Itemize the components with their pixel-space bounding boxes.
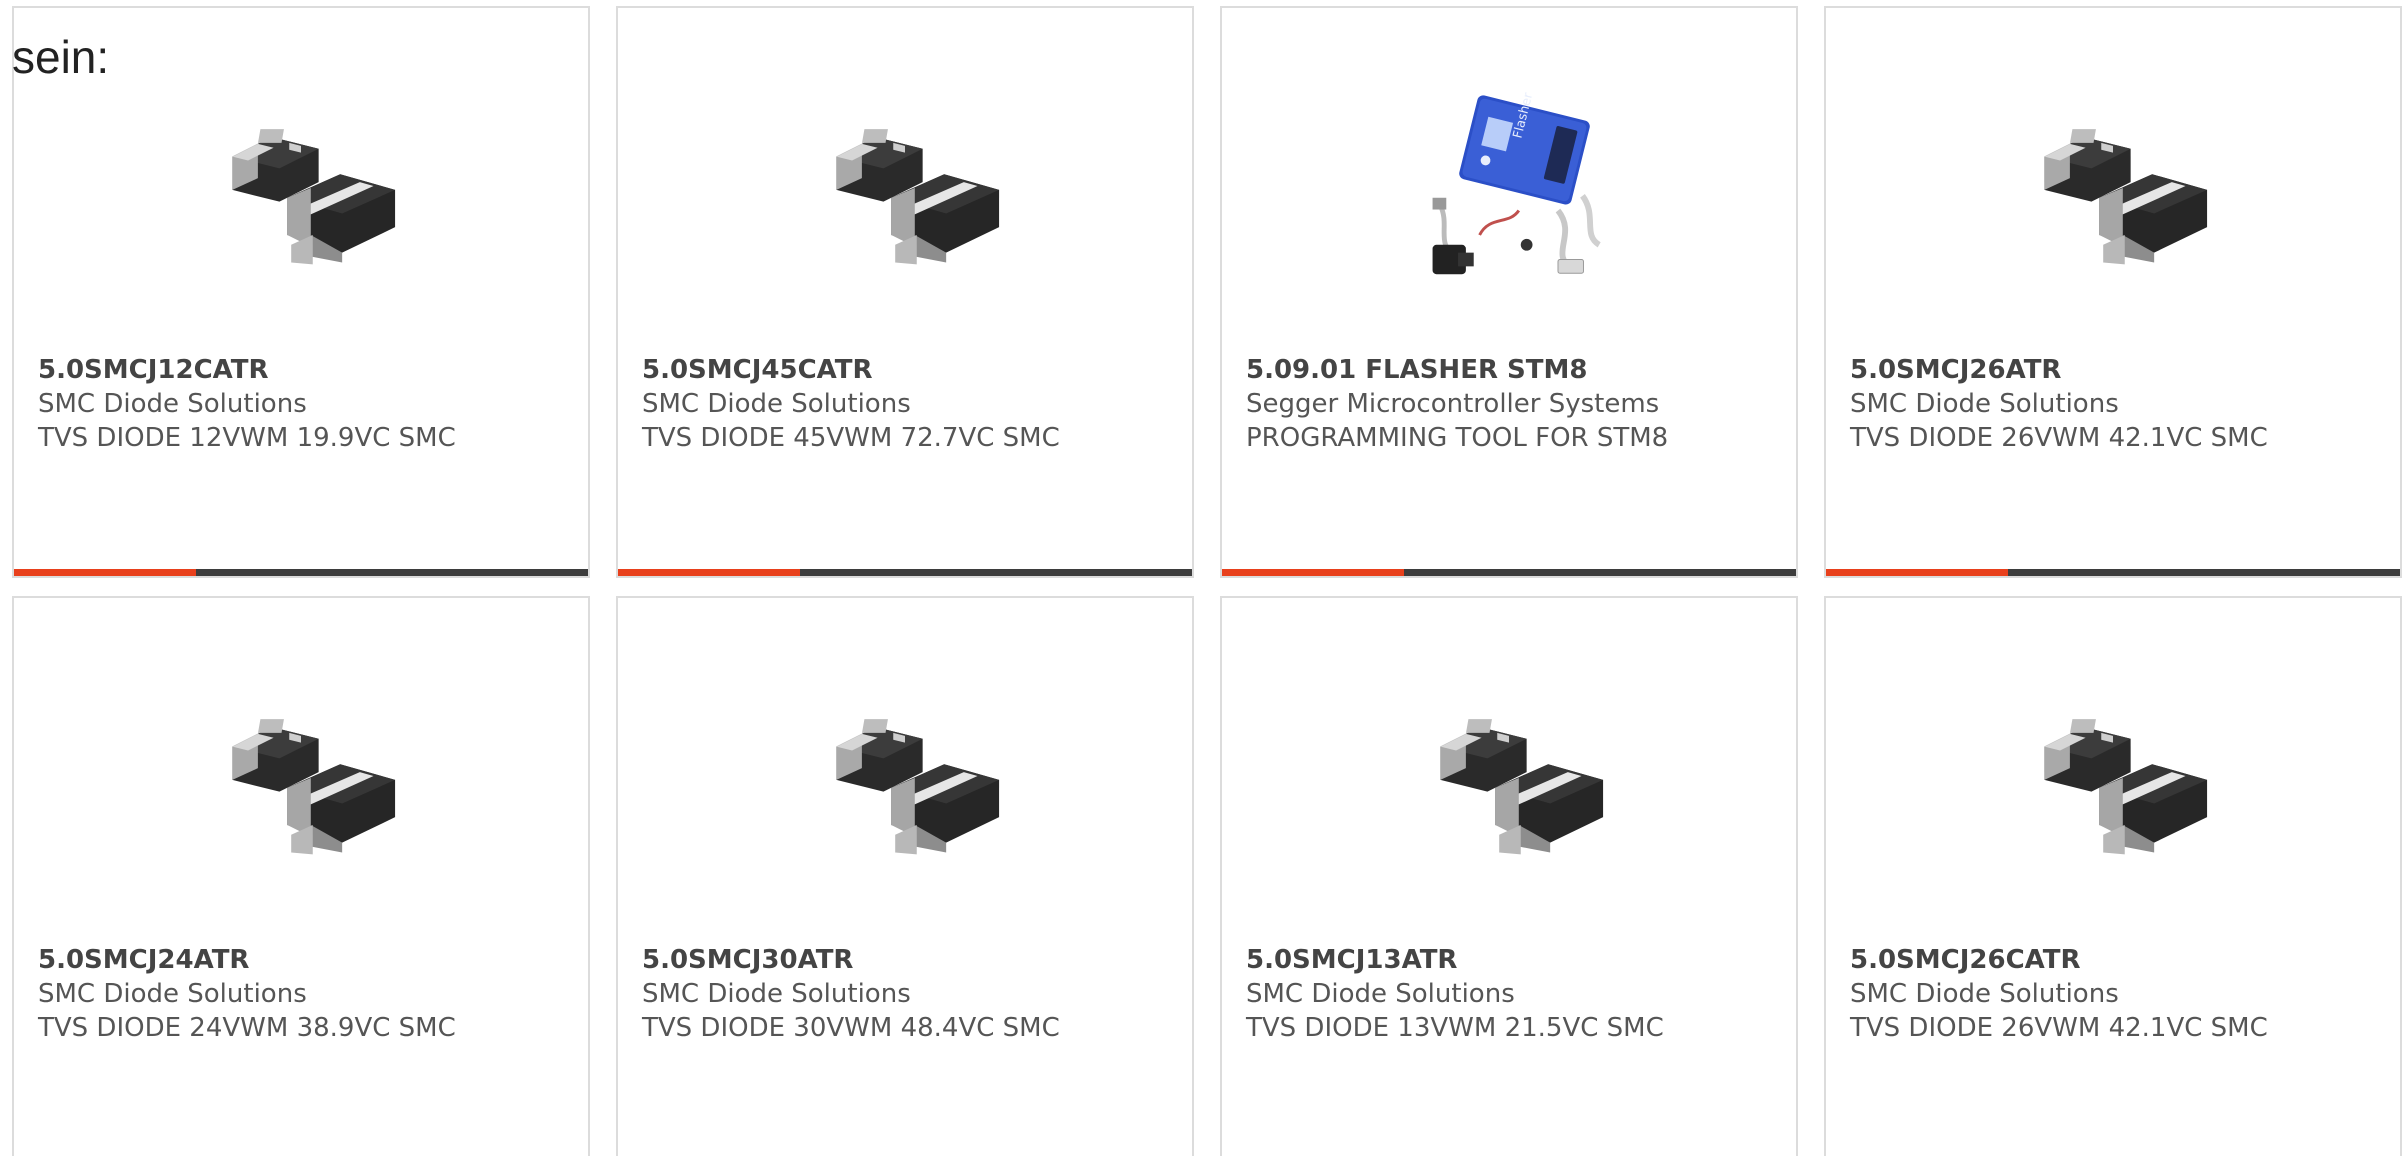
product-info: 5.0SMCJ26ATR SMC Diode Solutions TVS DIO… <box>1850 353 2390 455</box>
prefix-text: sein: <box>12 31 110 83</box>
product-description: TVS DIODE 26VWM 42.1VC SMC <box>1850 1013 2268 1043</box>
product-description: TVS DIODE 45VWM 72.7VC SMC <box>642 423 1060 453</box>
manufacturer-name: SMC Diode Solutions <box>38 389 307 419</box>
part-number-link[interactable]: 5.0SMCJ24ATR <box>38 943 578 977</box>
manufacturer-name: SMC Diode Solutions <box>1850 389 2119 419</box>
card-accent-bar <box>1826 569 2008 576</box>
card-bottom-bar <box>618 569 1192 576</box>
manufacturer-name: SMC Diode Solutions <box>642 979 911 1009</box>
smc-diode-package-image <box>232 129 396 265</box>
smc-diode-package-image <box>2044 719 2208 855</box>
product-card[interactable]: Flasher 5.09.01 FLASHER STM8 Segger Micr… <box>1220 6 1798 578</box>
part-number-link[interactable]: 5.0SMCJ13ATR <box>1246 943 1786 977</box>
product-card[interactable]: 5.0SMCJ30ATR SMC Diode Solutions TVS DIO… <box>616 596 1194 1156</box>
smc-diode-package-image <box>836 719 1000 855</box>
product-grid-page: sein: 5.0SMCJ12CATR SMC Diode Solutions … <box>0 0 2405 1156</box>
product-card[interactable]: 5.0SMCJ26ATR SMC Diode Solutions TVS DIO… <box>1824 6 2402 578</box>
manufacturer-name: SMC Diode Solutions <box>38 979 307 1009</box>
manufacturer-name: SMC Diode Solutions <box>1850 979 2119 1009</box>
part-number-link[interactable]: 5.0SMCJ12CATR <box>38 353 578 387</box>
flasher-programmer-image: Flasher <box>1432 91 1601 275</box>
product-card[interactable]: 5.0SMCJ24ATR SMC Diode Solutions TVS DIO… <box>12 596 590 1156</box>
card-bottom-bar <box>1826 569 2400 576</box>
part-number-link[interactable]: 5.0SMCJ26CATR <box>1850 943 2390 977</box>
product-description: TVS DIODE 30VWM 48.4VC SMC <box>642 1013 1060 1043</box>
smc-diode-package-image <box>2044 129 2208 265</box>
part-number-link[interactable]: 5.0SMCJ30ATR <box>642 943 1182 977</box>
product-card[interactable]: 5.0SMCJ45CATR SMC Diode Solutions TVS DI… <box>616 6 1194 578</box>
card-bottom-bar <box>14 569 588 576</box>
smc-diode-package-image <box>836 129 1000 265</box>
smc-diode-package-image <box>1440 719 1604 855</box>
product-description: PROGRAMMING TOOL FOR STM8 <box>1246 423 1669 453</box>
card-accent-bar <box>1222 569 1404 576</box>
product-info: 5.0SMCJ24ATR SMC Diode Solutions TVS DIO… <box>38 943 578 1045</box>
manufacturer-name: SMC Diode Solutions <box>642 389 911 419</box>
part-number-link[interactable]: 5.09.01 FLASHER STM8 <box>1246 353 1786 387</box>
product-description: TVS DIODE 13VWM 21.5VC SMC <box>1246 1013 1664 1043</box>
product-info: 5.0SMCJ26CATR SMC Diode Solutions TVS DI… <box>1850 943 2390 1045</box>
product-description: TVS DIODE 26VWM 42.1VC SMC <box>1850 423 2268 453</box>
product-card[interactable]: 5.0SMCJ12CATR SMC Diode Solutions TVS DI… <box>12 6 590 578</box>
product-description: TVS DIODE 12VWM 19.9VC SMC <box>38 423 456 453</box>
product-info: 5.09.01 FLASHER STM8 Segger Microcontrol… <box>1246 353 1786 455</box>
product-info: 5.0SMCJ30ATR SMC Diode Solutions TVS DIO… <box>642 943 1182 1045</box>
part-number-link[interactable]: 5.0SMCJ45CATR <box>642 353 1182 387</box>
card-accent-bar <box>618 569 800 576</box>
product-description: TVS DIODE 24VWM 38.9VC SMC <box>38 1013 456 1043</box>
product-info: 5.0SMCJ13ATR SMC Diode Solutions TVS DIO… <box>1246 943 1786 1045</box>
part-number-link[interactable]: 5.0SMCJ26ATR <box>1850 353 2390 387</box>
manufacturer-name: SMC Diode Solutions <box>1246 979 1515 1009</box>
card-bottom-bar <box>1222 569 1796 576</box>
product-card[interactable]: 5.0SMCJ13ATR SMC Diode Solutions TVS DIO… <box>1220 596 1798 1156</box>
manufacturer-name: Segger Microcontroller Systems <box>1246 389 1660 419</box>
product-info: 5.0SMCJ45CATR SMC Diode Solutions TVS DI… <box>642 353 1182 455</box>
product-info: 5.0SMCJ12CATR SMC Diode Solutions TVS DI… <box>38 353 578 455</box>
card-accent-bar <box>14 569 196 576</box>
smc-diode-package-image <box>232 719 396 855</box>
product-card[interactable]: 5.0SMCJ26CATR SMC Diode Solutions TVS DI… <box>1824 596 2402 1156</box>
